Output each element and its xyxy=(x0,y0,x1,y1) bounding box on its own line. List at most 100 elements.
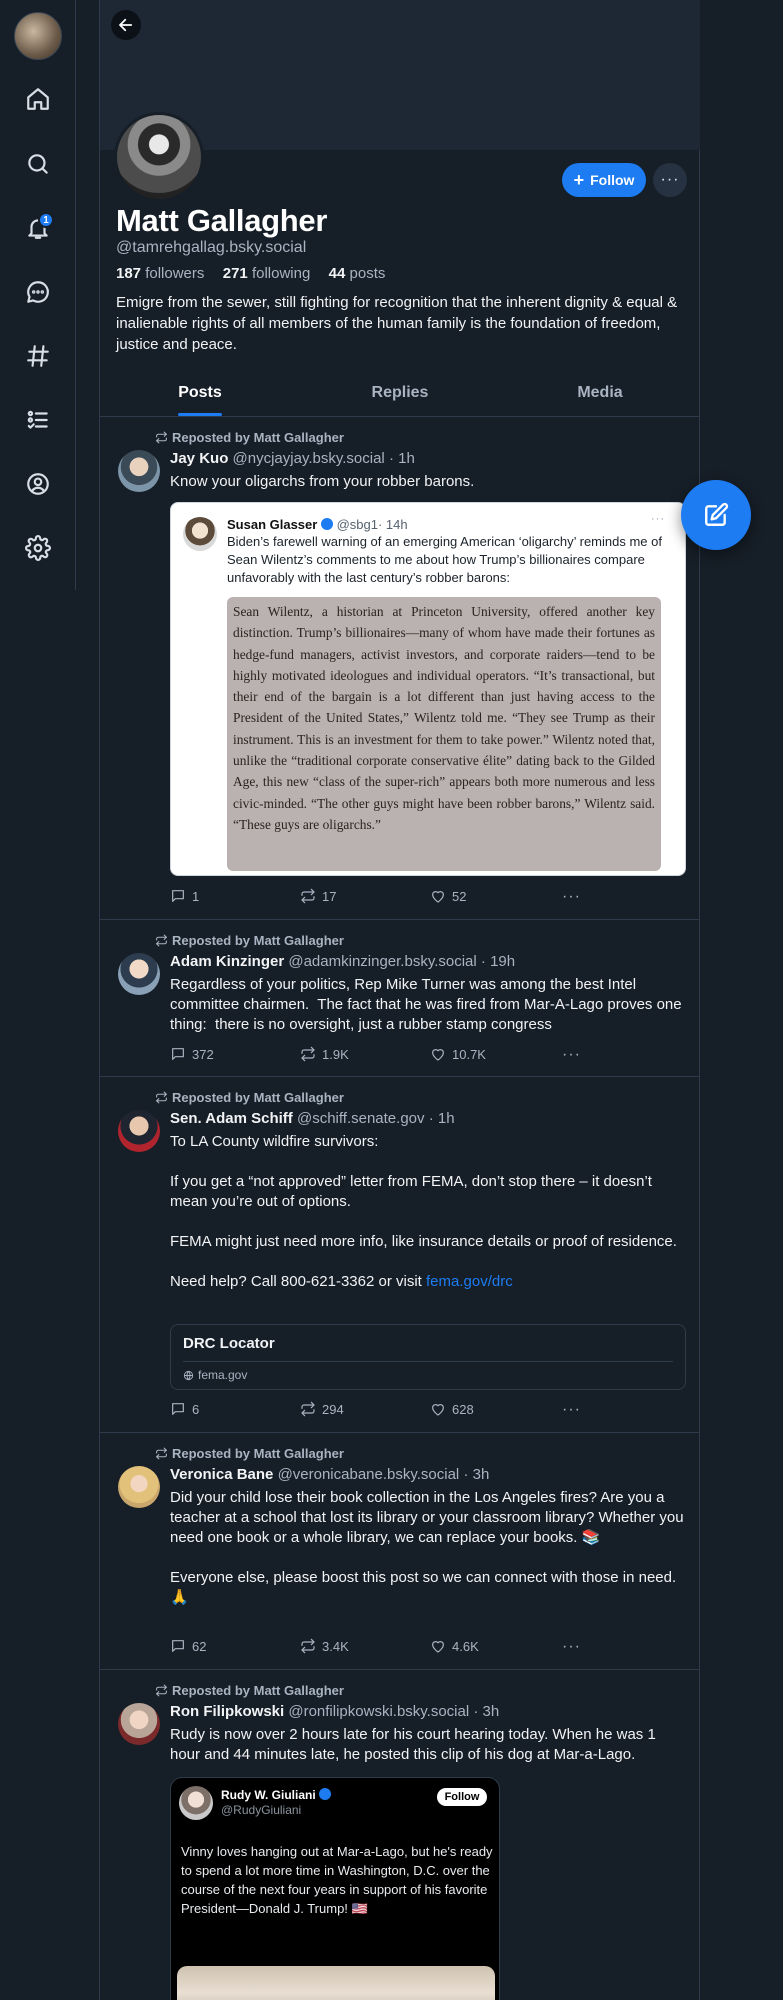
list-icon[interactable] xyxy=(22,404,54,436)
author-name[interactable]: Sen. Adam Schiff xyxy=(170,1110,293,1127)
author-handle[interactable]: @nycjayjay.bsky.social xyxy=(233,450,385,467)
avatar[interactable] xyxy=(118,1703,160,1745)
link-title: DRC Locator xyxy=(183,1335,275,1352)
author-handle[interactable]: @schiff.senate.gov xyxy=(297,1110,425,1127)
post-header: Ron Filipkowski @ronfilipkowski.bsky.soc… xyxy=(170,1703,499,1720)
post-more-button[interactable]: ··· xyxy=(562,888,581,906)
post-text: Did your child lose their book collectio… xyxy=(170,1489,684,1606)
tab-media[interactable]: Media xyxy=(500,370,700,416)
repost-icon xyxy=(301,1046,315,1062)
author-name[interactable]: Jay Kuo xyxy=(170,450,228,467)
globe-icon xyxy=(183,1370,194,1380)
profile-tabs: Posts Replies Media xyxy=(100,370,700,417)
reply-icon xyxy=(172,1640,184,1652)
like-count: 10.7K xyxy=(452,1046,486,1062)
quote-image[interactable]: Sean Wilentz, a historian at Princeton U… xyxy=(227,597,661,871)
post-more-button[interactable]: ··· xyxy=(562,1638,581,1656)
chat-icon[interactable] xyxy=(22,276,54,308)
repost-button[interactable]: 1.9K xyxy=(300,1046,349,1062)
reposted-by-label: Reposted by Matt Gallagher xyxy=(172,933,344,948)
feed-post[interactable]: Reposted by Matt Gallagher Ron Filipkows… xyxy=(100,1670,700,2000)
author-name[interactable]: Veronica Bane xyxy=(170,1466,273,1483)
author-name[interactable]: Adam Kinzinger xyxy=(170,953,284,970)
post-text: Regardless of your politics, Rep Mike Tu… xyxy=(170,976,686,1033)
like-button[interactable]: 10.7K xyxy=(430,1046,486,1062)
compose-button[interactable] xyxy=(681,480,751,550)
follow-button[interactable]: + Follow xyxy=(562,163,646,197)
profile-avatar[interactable] xyxy=(114,112,204,202)
current-user-avatar[interactable] xyxy=(14,12,62,60)
avatar[interactable] xyxy=(118,953,160,995)
avatar[interactable] xyxy=(118,1110,160,1152)
posts-label: posts xyxy=(349,265,386,282)
embedded-video-card[interactable]: Rudy W. Giuliani @RudyGiuliani Follow Vi… xyxy=(170,1777,500,2000)
back-button[interactable] xyxy=(111,10,141,40)
feed-post[interactable]: Reposted by Matt Gallagher Adam Kinzinge… xyxy=(100,920,700,1077)
repost-indicator: Reposted by Matt Gallagher xyxy=(155,933,344,948)
like-button[interactable]: 628 xyxy=(430,1401,474,1417)
quote-avatar xyxy=(183,517,217,551)
heart-icon xyxy=(432,1404,444,1416)
fema-link[interactable]: fema.gov/drc xyxy=(426,1273,513,1290)
reply-button[interactable]: 6 xyxy=(170,1401,199,1417)
feed-post[interactable]: Reposted by Matt Gallagher Jay Kuo @nycj… xyxy=(100,417,700,920)
link-preview-card[interactable]: DRC Locator fema.gov xyxy=(170,1324,686,1390)
feed-post[interactable]: Reposted by Matt Gallagher Veronica Bane… xyxy=(100,1433,700,1670)
notification-badge: 1 xyxy=(38,212,54,228)
reposted-by-label: Reposted by Matt Gallagher xyxy=(172,1683,344,1698)
like-button[interactable]: 4.6K xyxy=(430,1638,479,1654)
repost-button[interactable]: 17 xyxy=(300,888,336,904)
arrow-left-icon xyxy=(119,18,133,32)
repost-small-icon xyxy=(156,1447,167,1460)
embedded-video-thumbnail[interactable] xyxy=(177,1966,495,2000)
avatar[interactable] xyxy=(118,450,160,492)
repost-button[interactable]: 294 xyxy=(300,1401,344,1417)
feed-post[interactable]: Reposted by Matt Gallagher Sen. Adam Sch… xyxy=(100,1077,700,1433)
post-more-button[interactable]: ··· xyxy=(562,1046,581,1064)
followers-count[interactable]: 187 xyxy=(116,265,141,282)
author-name[interactable]: Ron Filipkowski xyxy=(170,1703,284,1720)
reply-icon xyxy=(172,1048,184,1060)
link-domain-text: fema.gov xyxy=(198,1368,248,1382)
post-header: Adam Kinzinger @adamkinzinger.bsky.socia… xyxy=(170,953,515,970)
author-handle[interactable]: @adamkinzinger.bsky.social xyxy=(288,953,476,970)
gear-icon[interactable] xyxy=(22,532,54,564)
quote-post-card[interactable]: Susan Glasser @sbg1· 14h ··· Biden’s far… xyxy=(170,502,686,876)
author-handle[interactable]: @ronfilipkowski.bsky.social xyxy=(288,1703,469,1720)
reply-button[interactable]: 1 xyxy=(170,888,199,904)
like-button[interactable]: 52 xyxy=(430,888,466,904)
following-count[interactable]: 271 xyxy=(223,265,248,282)
reposted-by-label: Reposted by Matt Gallagher xyxy=(172,430,344,445)
post-text: To LA County wildfire survivors: If you … xyxy=(170,1132,688,1292)
reply-button[interactable]: 372 xyxy=(170,1046,214,1062)
embedded-avatar xyxy=(179,1786,213,1820)
profile-more-button[interactable]: ··· xyxy=(653,163,687,197)
following-label[interactable]: following xyxy=(252,265,310,282)
embedded-author-name: Rudy W. Giuliani xyxy=(221,1788,332,1802)
profile-icon[interactable] xyxy=(22,468,54,500)
profile-bio: Emigre from the sewer, still fighting fo… xyxy=(116,294,678,353)
tab-replies[interactable]: Replies xyxy=(300,370,500,416)
repost-icon xyxy=(301,1638,315,1654)
reply-icon xyxy=(172,1403,184,1415)
repost-small-icon xyxy=(156,934,167,947)
verified-badge-icon xyxy=(319,1788,332,1800)
avatar[interactable] xyxy=(118,1466,160,1508)
author-handle[interactable]: @veronicabane.bsky.social xyxy=(278,1466,460,1483)
link-domain: fema.gov xyxy=(183,1368,247,1382)
tab-posts[interactable]: Posts xyxy=(100,370,300,416)
followers-label[interactable]: followers xyxy=(145,265,204,282)
hashtag-icon[interactable] xyxy=(22,340,54,372)
search-icon[interactable] xyxy=(22,148,54,180)
heart-icon xyxy=(432,1049,444,1061)
post-header: Veronica Bane @veronicabane.bsky.social … xyxy=(170,1466,489,1483)
display-name: Matt Gallagher xyxy=(116,203,328,238)
post-time: · 3h xyxy=(463,1466,490,1483)
reply-button[interactable]: 62 xyxy=(170,1638,206,1654)
post-more-button[interactable]: ··· xyxy=(562,1401,581,1419)
post-actions: 62 3.4K 4.6K ··· xyxy=(170,1638,590,1656)
home-icon[interactable] xyxy=(22,83,54,115)
profile-handle: @tamrehgallag.bsky.social xyxy=(116,239,307,256)
post-header: Jay Kuo @nycjayjay.bsky.social · 1h xyxy=(170,450,415,467)
repost-button[interactable]: 3.4K xyxy=(300,1638,349,1654)
